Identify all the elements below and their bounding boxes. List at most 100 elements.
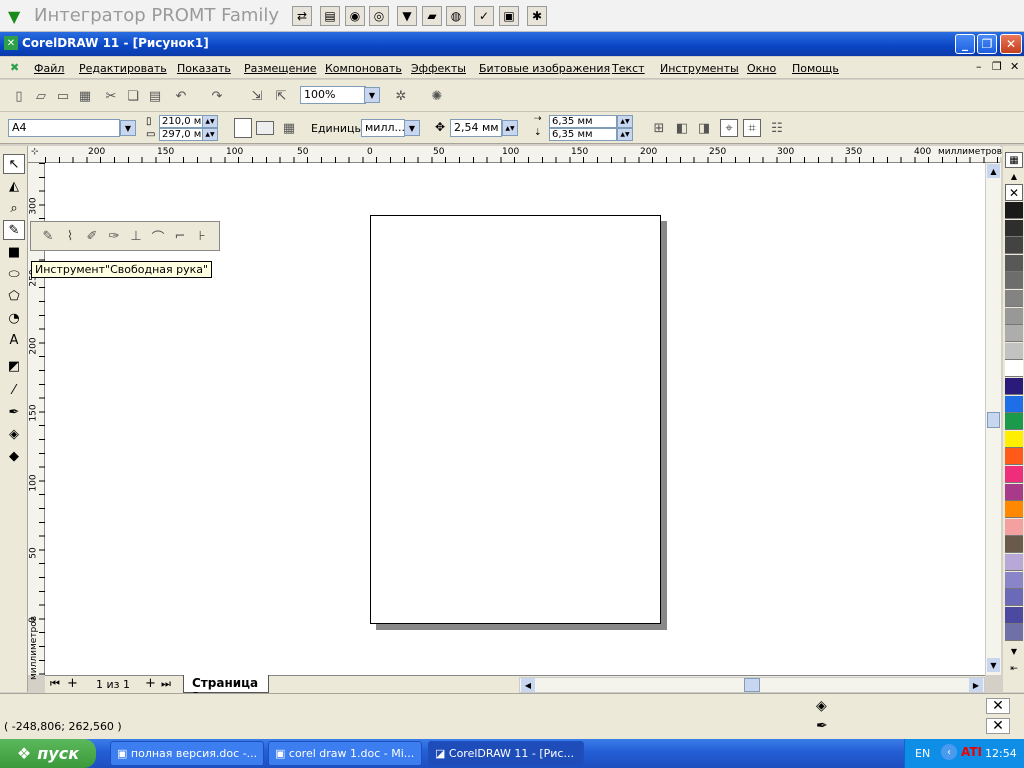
three-point-curve-icon[interactable]: ⌒ bbox=[149, 227, 167, 246]
freehand-tool-icon[interactable]: ✎ bbox=[3, 220, 25, 240]
dictionary-icon[interactable]: ▣ bbox=[499, 6, 519, 26]
menu-effects[interactable]: Эффекты bbox=[411, 62, 466, 75]
minimize-button[interactable]: _ bbox=[955, 34, 975, 54]
all-pages-icon[interactable]: ⊞ bbox=[650, 119, 668, 137]
options-icon[interactable]: ☷ bbox=[768, 119, 786, 137]
palette-expand-icon[interactable]: ⇤ bbox=[1005, 662, 1023, 676]
copy-icon[interactable]: ❏ bbox=[124, 87, 142, 105]
doc-minimize-button[interactable]: – bbox=[976, 60, 982, 73]
doc-close-button[interactable]: ✕ bbox=[1010, 60, 1019, 73]
color-swatch[interactable] bbox=[1005, 307, 1023, 325]
tray-expand-icon[interactable]: ‹ bbox=[941, 744, 957, 760]
fill-none-swatch[interactable]: ✕ bbox=[986, 698, 1010, 714]
document-translate-icon[interactable]: ⇄ bbox=[292, 6, 312, 26]
color-swatch[interactable] bbox=[1005, 254, 1023, 272]
color-swatch[interactable] bbox=[1005, 202, 1023, 219]
color-swatch[interactable] bbox=[1005, 219, 1023, 237]
ellipse-tool-icon[interactable]: ⬭ bbox=[3, 264, 25, 284]
color-swatch[interactable] bbox=[1005, 518, 1023, 536]
current-page-icon[interactable]: ◧ bbox=[673, 119, 691, 137]
units-dropdown-arrow[interactable]: ▼ bbox=[404, 120, 420, 136]
color-swatch[interactable] bbox=[1005, 290, 1023, 307]
color-swatch[interactable] bbox=[1005, 342, 1023, 360]
color-swatch[interactable] bbox=[1005, 554, 1023, 571]
taskbar-item[interactable]: ▣ полная версия.doc -... bbox=[110, 741, 264, 766]
vertical-scrollbar[interactable]: ▲ ▼ bbox=[985, 163, 1001, 675]
scroll-left-arrow[interactable]: ◀ bbox=[521, 678, 535, 692]
outline-status-icon[interactable]: ✒ bbox=[816, 718, 828, 734]
pick-tool-icon[interactable]: ↖ bbox=[3, 154, 25, 174]
outline-none-swatch[interactable]: ✕ bbox=[986, 718, 1010, 734]
coreldraw-app-icon[interactable]: ✕ bbox=[4, 36, 18, 50]
document-icon[interactable]: ✖ bbox=[10, 61, 19, 74]
zoom-level-field[interactable]: 100% bbox=[300, 86, 366, 104]
color-swatch[interactable] bbox=[1005, 606, 1023, 624]
polyline-icon[interactable]: ⊥ bbox=[127, 227, 145, 245]
units-field[interactable]: милл... bbox=[361, 119, 405, 137]
interactive-connector-icon[interactable]: ⌐ bbox=[171, 227, 189, 245]
paste-icon[interactable]: ▤ bbox=[146, 87, 164, 105]
ati-tray-icon[interactable]: ATI bbox=[961, 745, 982, 759]
menu-view[interactable]: Показать bbox=[177, 62, 231, 75]
settings-gear-icon[interactable]: ✱ bbox=[527, 6, 547, 26]
nudge-field[interactable]: 2,54 мм bbox=[450, 119, 502, 137]
menu-layout[interactable]: Размещение bbox=[244, 62, 317, 75]
palette-scroll-down[interactable]: ▼ bbox=[1005, 646, 1023, 656]
freehand-flyout-icon[interactable]: ✎ bbox=[39, 227, 57, 245]
folder-open-icon[interactable]: ▤ bbox=[320, 6, 340, 26]
scroll-right-arrow[interactable]: ▶ bbox=[969, 678, 983, 692]
color-swatch[interactable] bbox=[1005, 360, 1023, 378]
ruler-origin-icon[interactable]: ⊹ bbox=[31, 147, 39, 157]
basic-shapes-tool-icon[interactable]: ◔ bbox=[3, 308, 25, 328]
last-page-icon[interactable]: ⏭ bbox=[161, 677, 171, 691]
duplicate-x-spinner[interactable]: ▲▼ bbox=[617, 115, 633, 128]
pen-tool-icon[interactable]: ✑ bbox=[105, 227, 123, 245]
new-document-icon[interactable]: ▯ bbox=[10, 87, 28, 105]
filter-icon[interactable]: ▼ bbox=[397, 6, 417, 26]
dimension-tool-icon[interactable]: ⊦ bbox=[193, 227, 211, 245]
color-swatch[interactable] bbox=[1005, 448, 1023, 466]
color-swatch[interactable] bbox=[1005, 466, 1023, 483]
zoom-dropdown-arrow[interactable]: ▼ bbox=[364, 87, 380, 103]
color-swatch[interactable] bbox=[1005, 571, 1023, 589]
scroll-up-arrow[interactable]: ▲ bbox=[987, 164, 1000, 178]
outline-tool-icon[interactable]: ✒ bbox=[3, 402, 25, 422]
add-page-after-icon[interactable]: + bbox=[145, 676, 156, 691]
page-height-field[interactable]: 297,0 м bbox=[159, 128, 203, 141]
page-setup-icon[interactable]: ▦ bbox=[280, 119, 298, 137]
horizontal-scrollbar[interactable]: ◀ ▶ bbox=[519, 677, 985, 693]
color-swatch[interactable] bbox=[1005, 378, 1023, 395]
duplicate-x-field[interactable]: 6,35 мм bbox=[549, 115, 617, 128]
menu-arrange[interactable]: Компоновать bbox=[325, 62, 402, 75]
document-page[interactable] bbox=[370, 215, 661, 624]
landscape-button[interactable] bbox=[256, 121, 274, 135]
scroll-h-thumb[interactable] bbox=[744, 678, 760, 692]
close-button[interactable]: ✕ bbox=[1000, 34, 1022, 54]
save-icon[interactable]: ▭ bbox=[54, 87, 72, 105]
page-size-dropdown-arrow[interactable]: ▼ bbox=[120, 120, 136, 136]
interactive-blend-tool-icon[interactable]: ◩ bbox=[3, 356, 25, 376]
taskbar-item[interactable]: ▣ corel draw 1.doc - Mi... bbox=[268, 741, 422, 766]
interactive-fill-tool-icon[interactable]: ◆ bbox=[3, 446, 25, 466]
add-page-before-icon[interactable]: + bbox=[67, 676, 78, 691]
redo-icon[interactable]: ↷ bbox=[208, 87, 226, 105]
palette-scroll-up[interactable]: ▲ bbox=[1005, 171, 1023, 181]
menu-text[interactable]: Текст bbox=[612, 62, 645, 75]
snap-to-grid-icon[interactable]: ⌖ bbox=[720, 119, 738, 137]
color-swatch[interactable] bbox=[1005, 395, 1023, 413]
bezier-icon[interactable]: ⌇ bbox=[61, 227, 79, 245]
shape-tool-icon[interactable]: ◭ bbox=[3, 176, 25, 196]
import-icon[interactable]: ⇲ bbox=[248, 87, 266, 105]
fill-status-icon[interactable]: ◈ bbox=[816, 698, 827, 714]
scroll-down-arrow[interactable]: ▼ bbox=[987, 658, 1000, 672]
color-swatch[interactable] bbox=[1005, 589, 1023, 607]
artistic-media-icon[interactable]: ✐ bbox=[83, 227, 101, 245]
zoom-tool-icon[interactable]: ⌕ bbox=[3, 198, 25, 218]
language-indicator[interactable]: EN bbox=[915, 747, 930, 760]
menu-file[interactable]: Файл bbox=[34, 62, 64, 75]
taskbar-item-active[interactable]: ◪ CorelDRAW 11 - [Рис... bbox=[428, 741, 584, 766]
height-spinner[interactable]: ▲▼ bbox=[202, 128, 218, 141]
menu-tools[interactable]: Инструменты bbox=[660, 62, 739, 75]
color-swatch[interactable] bbox=[1005, 325, 1023, 343]
page-size-field[interactable]: A4 bbox=[8, 119, 120, 137]
